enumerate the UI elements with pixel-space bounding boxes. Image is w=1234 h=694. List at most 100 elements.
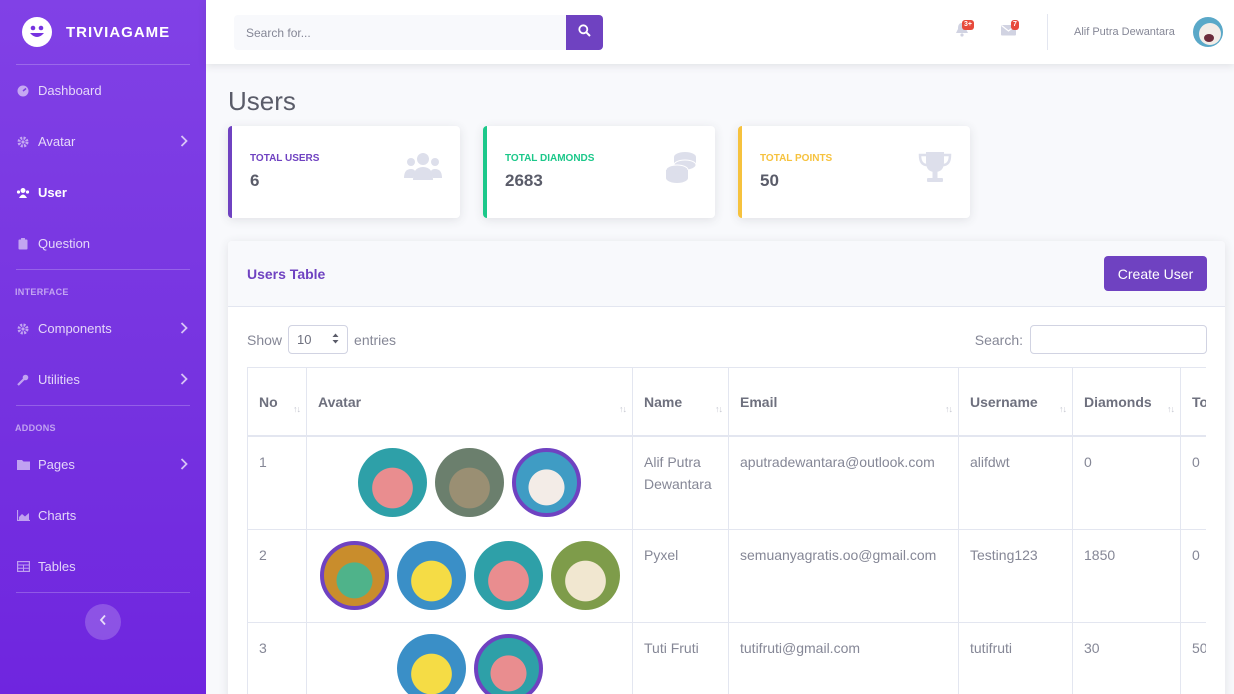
avatar[interactable] — [396, 633, 466, 694]
sidebar-item-label: User — [38, 185, 67, 200]
sidebar-item-user[interactable]: User — [0, 167, 206, 218]
brand-name: TRIVIAGAME — [66, 23, 171, 41]
avatar[interactable] — [473, 540, 543, 610]
chart-area-icon — [16, 509, 30, 523]
search-button[interactable] — [566, 15, 603, 50]
stat-label: TOTAL DIAMONDS — [505, 153, 595, 164]
stat-value: 50 — [760, 171, 779, 190]
cell-name: Alif Putra Dewantara — [632, 436, 729, 530]
cell-avatars — [306, 622, 633, 694]
column-label: Diamonds — [1084, 393, 1152, 410]
messages-badge: 7 — [1011, 20, 1019, 30]
clipboard-icon — [16, 237, 30, 251]
card-accent — [483, 126, 487, 218]
sidebar-item-components[interactable]: Components — [0, 303, 206, 354]
sidebar-item-avatar[interactable]: Avatar — [0, 116, 206, 167]
users-icon — [404, 150, 442, 187]
column-label: Name — [644, 393, 683, 410]
sort-icon: ↑↓ — [945, 404, 953, 414]
gear-icon — [16, 322, 30, 336]
sort-updown-icon — [332, 332, 339, 347]
entries-select[interactable]: 10 — [288, 325, 349, 354]
entries-value: 10 — [297, 332, 312, 347]
sidebar-divider — [16, 592, 190, 593]
cell-diamonds: 30 — [1072, 622, 1181, 694]
card-accent — [228, 126, 232, 218]
sidebar-item-utilities[interactable]: Utilities — [0, 354, 206, 405]
sidebar-item-dashboard[interactable]: Dashboard — [0, 65, 206, 116]
column-header-avatar[interactable]: Avatar ↑↓ — [306, 368, 633, 437]
stat-value: 2683 — [505, 171, 543, 190]
chevron-right-icon — [180, 373, 188, 388]
messages-button[interactable]: 7 — [999, 20, 1019, 42]
avatar[interactable] — [512, 448, 581, 517]
avatar-group — [308, 633, 633, 694]
wrench-icon — [16, 373, 30, 387]
cell-avatars — [306, 529, 633, 623]
avatar[interactable] — [1193, 17, 1223, 47]
sidebar-toggle-button[interactable] — [85, 604, 121, 640]
column-label: Username — [970, 393, 1038, 410]
panel-header: Users Table Create User — [228, 241, 1225, 307]
users-table-wrapper[interactable]: No ↑↓ Avatar ↑↓ Name ↑↓ Email ↑↓ Username ↑↓ … — [247, 367, 1206, 694]
sort-icon: ↑↓ — [619, 404, 627, 414]
cell-points: 0 — [1180, 436, 1206, 530]
sidebar-item-label: Avatar — [38, 134, 76, 149]
folder-icon — [16, 458, 30, 472]
avatar[interactable] — [319, 540, 389, 610]
sort-icon: ↑↓ — [1167, 404, 1175, 414]
chevron-right-icon — [180, 458, 188, 473]
sidebar: TRIVIAGAME Dashboard Avatar User Questio… — [0, 0, 206, 694]
chevron-left-icon — [99, 613, 107, 631]
cell-points: 50 — [1180, 622, 1206, 694]
alerts-button[interactable]: 3+ — [952, 20, 974, 42]
stat-card-total-diamonds: TOTAL DIAMONDS 2683 — [483, 126, 715, 218]
create-user-button[interactable]: Create User — [1104, 256, 1207, 291]
cell-diamonds: 1850 — [1072, 529, 1181, 623]
sidebar-item-question[interactable]: Question — [0, 218, 206, 269]
stat-card-total-points: TOTAL POINTS 50 — [738, 126, 970, 218]
column-header-diamonds[interactable]: Diamonds ↑↓ — [1072, 368, 1181, 437]
sidebar-item-label: Dashboard — [38, 83, 102, 98]
coins-icon — [665, 150, 697, 189]
column-header-username[interactable]: Username ↑↓ — [958, 368, 1073, 437]
stat-label: TOTAL USERS — [250, 153, 320, 164]
table-row[interactable]: 3 Tuti Fruti tutifruti@gmail.com tutifruti 3… — [247, 622, 1206, 694]
topbar-search — [234, 15, 603, 50]
brand[interactable]: TRIVIAGAME — [0, 0, 206, 64]
topbar: 3+ 7 Alif Putra Dewantara — [206, 0, 1234, 64]
cell-no: 1 — [247, 436, 307, 530]
user-name[interactable]: Alif Putra Dewantara — [1074, 26, 1175, 38]
cell-avatars — [306, 436, 633, 530]
avatar[interactable] — [396, 540, 466, 610]
cell-name: Pyxel — [632, 529, 729, 623]
search-input[interactable] — [234, 15, 566, 50]
topbar-divider — [1047, 14, 1048, 50]
avatar-group — [308, 448, 633, 517]
sort-icon: ↑↓ — [1059, 404, 1067, 414]
card-accent — [738, 126, 742, 218]
page-title: Users — [228, 86, 296, 116]
table-search-input[interactable] — [1030, 325, 1207, 354]
column-header-name[interactable]: Name ↑↓ — [632, 368, 729, 437]
sidebar-item-tables[interactable]: Tables — [0, 541, 206, 592]
sidebar-item-label: Utilities — [38, 372, 80, 387]
table-row[interactable]: 2 Pyxel semuanyagratis.oo@gmail.com Testing… — [247, 529, 1206, 623]
avatar[interactable] — [358, 448, 427, 517]
column-header-total-points[interactable]: To Po — [1180, 368, 1206, 437]
sidebar-item-charts[interactable]: Charts — [0, 490, 206, 541]
cell-no: 3 — [247, 622, 307, 694]
sidebar-item-pages[interactable]: Pages — [0, 439, 206, 490]
column-header-no[interactable]: No ↑↓ — [247, 368, 307, 437]
sidebar-item-label: Question — [38, 236, 91, 251]
avatar[interactable] — [473, 633, 543, 694]
cell-username: alifdwt — [958, 436, 1073, 530]
avatar[interactable] — [435, 448, 504, 517]
users-icon — [16, 186, 30, 200]
stat-card-total-users: TOTAL USERS 6 — [228, 126, 460, 218]
sidebar-heading-interface: INTERFACE — [15, 287, 69, 297]
table-header-row: No ↑↓ Avatar ↑↓ Name ↑↓ Email ↑↓ Username ↑↓ … — [247, 368, 1206, 437]
table-row[interactable]: 1 Alif Putra Dewantara aputradewantara@out… — [247, 436, 1206, 530]
column-header-email[interactable]: Email ↑↓ — [728, 368, 959, 437]
avatar[interactable] — [550, 540, 620, 610]
